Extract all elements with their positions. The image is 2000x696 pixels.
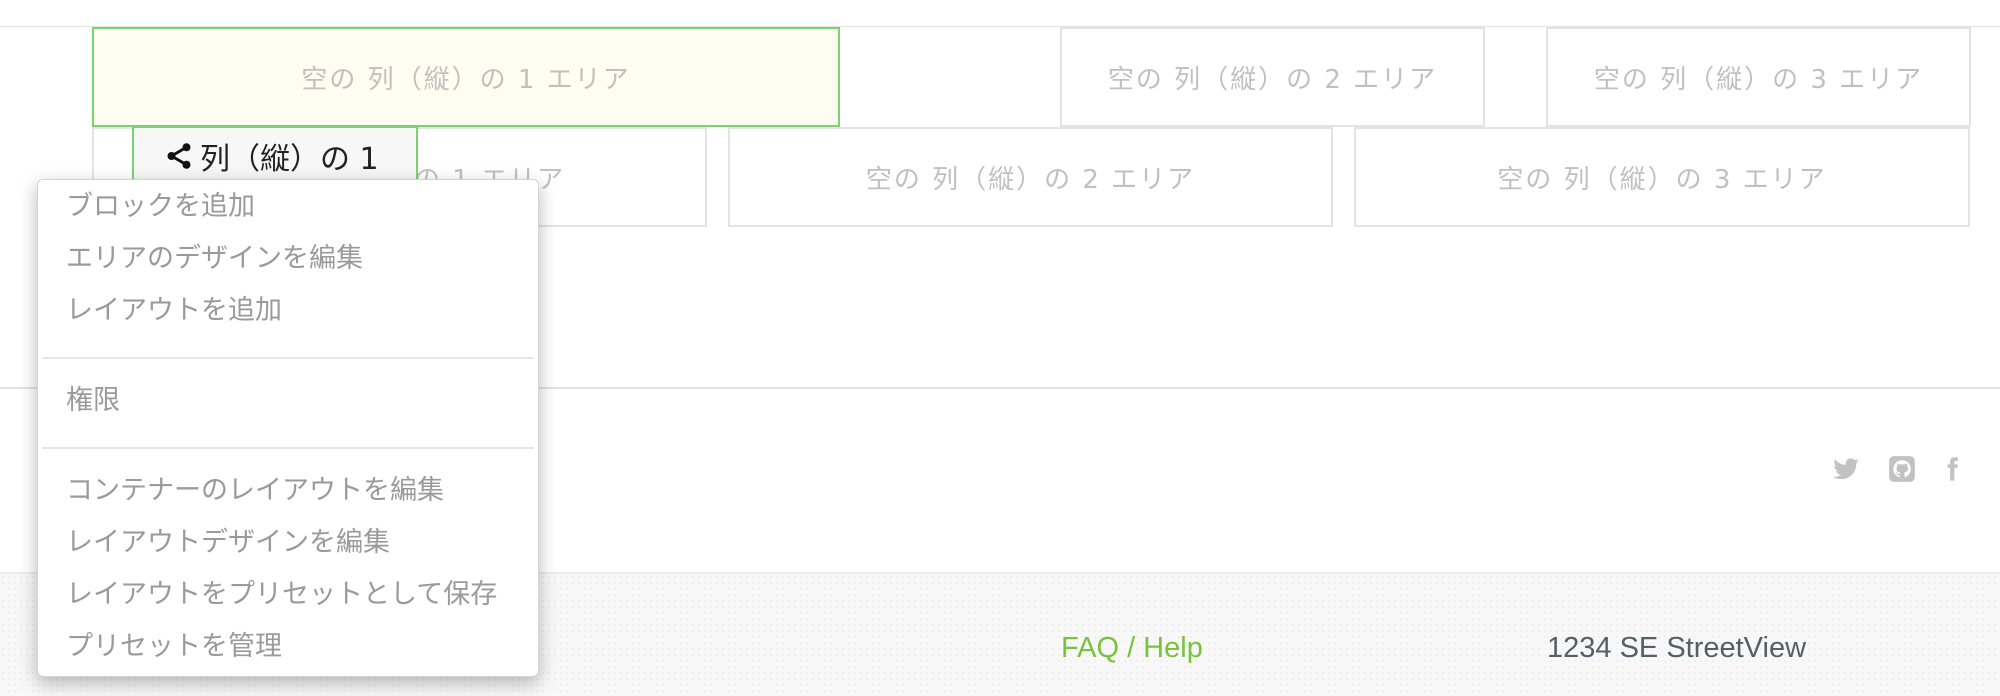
menu-item-edit-area-design[interactable]: エリアのデザインを編集 bbox=[66, 241, 363, 277]
github-icon[interactable] bbox=[1886, 453, 1918, 485]
facebook-icon[interactable] bbox=[1936, 453, 1968, 485]
menu-item-permissions[interactable]: 権限 bbox=[66, 383, 120, 419]
share-icon bbox=[164, 141, 194, 171]
area-label: 空の 列（縦）の 3 エリア bbox=[1593, 64, 1924, 95]
menu-item-edit-container-layout[interactable]: コンテナーのレイアウトを編集 bbox=[66, 473, 444, 509]
area-row1-col3[interactable]: 空の 列（縦）の 3 エリア bbox=[1546, 27, 1971, 127]
area-label: 空の 列（縦）の 3 エリア bbox=[1497, 164, 1827, 195]
context-menu: ブロックを追加 エリアのデザインを編集 レイアウトを追加 権限 コンテナーのレイ… bbox=[37, 179, 539, 677]
area-row1-col2[interactable]: 空の 列（縦）の 2 エリア bbox=[1060, 27, 1485, 127]
area-label: 空の 列（縦）の 2 エリア bbox=[1107, 64, 1438, 95]
menu-separator bbox=[42, 357, 534, 359]
footer-address: 1234 SE StreetView bbox=[1547, 632, 1807, 664]
faq-help-link[interactable]: FAQ / Help bbox=[1061, 632, 1203, 665]
column-handle[interactable]: 列（縦）の 1 bbox=[132, 126, 418, 184]
menu-item-save-layout-preset[interactable]: レイアウトをプリセットとして保存 bbox=[66, 577, 497, 613]
area-row2-col2[interactable]: 空の 列（縦）の 2 エリア bbox=[728, 127, 1333, 227]
twitter-icon[interactable] bbox=[1830, 453, 1862, 485]
area-row2-col3[interactable]: 空の 列（縦）の 3 エリア bbox=[1354, 127, 1970, 227]
area-label: 空の 列（縦）の 2 エリア bbox=[865, 164, 1196, 195]
menu-item-add-layout[interactable]: レイアウトを追加 bbox=[66, 293, 282, 329]
menu-item-add-block[interactable]: ブロックを追加 bbox=[66, 189, 255, 225]
menu-item-manage-presets[interactable]: プリセットを管理 bbox=[66, 629, 282, 665]
area-row1-col1[interactable]: 空の 列（縦）の 1 エリア bbox=[92, 27, 840, 127]
column-handle-label: 列（縦）の 1 bbox=[200, 142, 379, 177]
area-label: 空の 列（縦）の 1 エリア bbox=[301, 64, 631, 95]
menu-separator bbox=[42, 447, 534, 449]
menu-item-edit-layout-design[interactable]: レイアウトデザインを編集 bbox=[66, 525, 390, 561]
